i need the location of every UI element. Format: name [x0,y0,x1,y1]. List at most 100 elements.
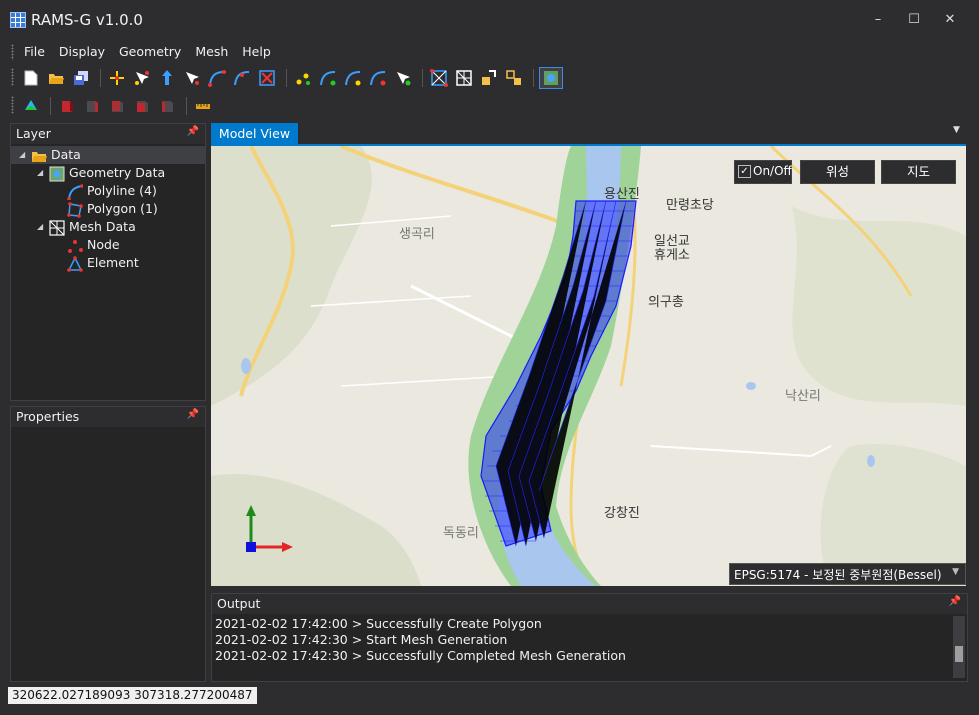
map-button[interactable]: 지도 [881,160,956,184]
tree-item-polygon[interactable]: Polygon (1) [67,200,158,218]
coordinate-readout: 320622.027189093 307318.277200487 [8,687,257,704]
toolbar-separator [50,97,51,115]
collapse-arrow-icon[interactable]: ◢ [37,168,43,177]
tree-label: Polygon (1) [87,201,158,216]
toolbar-separator [186,97,187,115]
onoff-label: On/Off [753,164,792,178]
polyline-join-icon[interactable] [342,68,364,88]
mesh-export-icon[interactable] [478,68,500,88]
map-label: 강창진 [604,506,640,521]
layer-panel-title: Layer [11,124,205,144]
menu-display[interactable]: Display [52,42,112,62]
scrollbar-thumb[interactable] [955,646,963,662]
satellite-button[interactable]: 위성 [800,160,875,184]
tree-item-data[interactable]: Data [31,146,81,164]
move-point-icon[interactable] [156,68,178,88]
edit-polyline-icon[interactable] [231,68,253,88]
crs-select[interactable]: EPSG:5174 - 보정된 중부원점(Bessel) ▼ [729,563,966,585]
toolbar-grip [11,68,14,86]
collapse-arrow-icon[interactable]: ◢ [19,150,25,159]
polyline-move-icon[interactable] [367,68,389,88]
mesh-icon [49,219,65,236]
delete-polyline-icon[interactable] [256,68,278,88]
chevron-down-icon: ▼ [952,567,959,577]
tree-item-polyline[interactable]: Polyline (4) [67,182,157,200]
add-point-icon[interactable] [106,68,128,88]
pin-icon[interactable]: 📌 [187,409,199,420]
polygon-icon [67,201,83,218]
log-line: 2021-02-02 17:42:00 > Successfully Creat… [215,616,542,631]
polyline-split-icon[interactable] [317,68,339,88]
close-button[interactable]: ✕ [932,8,968,32]
menu-file[interactable]: File [17,42,52,62]
maximize-button[interactable]: ☐ [896,8,932,32]
log-line: 2021-02-02 17:42:30 > Successfully Compl… [215,648,626,663]
cube-red-4-icon[interactable] [131,96,153,116]
tree-label: Element [87,255,139,270]
polygon-icon[interactable] [428,68,450,88]
layer-color-icon[interactable] [20,96,42,116]
toolbar-separator [422,69,423,87]
geometry-icon [49,166,65,181]
element-icon [67,255,83,272]
node-icon [68,239,83,253]
menu-geometry[interactable]: Geometry [112,42,188,62]
pin-icon[interactable]: 📌 [949,596,961,607]
cube-red-3-icon[interactable] [106,96,128,116]
onoff-checkbox[interactable]: ✓ [738,165,751,178]
layer-panel: Layer 📌 ◢ Data ◢ Geometry Data Polyline … [10,123,206,401]
pin-icon[interactable]: 📌 [187,126,199,137]
crs-value: EPSG:5174 - 보정된 중부원점(Bessel) [734,568,942,582]
tree-label: Mesh Data [69,219,136,234]
add-polyline-icon[interactable] [206,68,228,88]
mesh-grid-icon[interactable] [453,68,475,88]
map-label: 독동리 [443,526,479,541]
toolbar-separator [286,69,287,87]
mesh-settings-icon[interactable] [503,68,525,88]
tree-label: Geometry Data [69,165,166,180]
tab-dropdown-icon[interactable]: ▼ [953,125,960,135]
title-bar [0,0,979,40]
new-file-icon[interactable] [20,68,42,88]
app-grid-icon [10,12,26,28]
minimize-button[interactable]: – [860,8,896,32]
polyline-select-icon[interactable] [392,68,414,88]
properties-panel-title: Properties [11,407,205,427]
map-label: 용산진 [604,187,640,202]
toolbar-main [20,67,566,89]
map-label: 생곡리 [399,227,435,242]
tab-model-view[interactable]: Model View [211,123,298,145]
polyline-node-icon[interactable] [292,68,314,88]
collapse-arrow-icon[interactable]: ◢ [37,222,43,231]
tree-label: Polyline (4) [87,183,157,198]
tree-item-geometry-data[interactable]: Geometry Data [49,164,165,182]
cube-red-5-icon[interactable] [156,96,178,116]
output-log: 2021-02-02 17:42:00 > Successfully Creat… [215,616,626,664]
map-label: 의구총 [648,295,684,310]
menu-bar: File Display Geometry Mesh Help [17,42,278,62]
output-scrollbar[interactable] [953,616,965,678]
tree-label: Node [87,237,120,252]
map-toggle-icon[interactable] [539,67,563,89]
cube-red-1-icon[interactable] [56,96,78,116]
menu-help[interactable]: Help [235,42,278,62]
menu-grip [11,44,14,60]
ruler-icon[interactable] [192,96,214,116]
toolbar-separator [533,69,534,87]
menu-mesh[interactable]: Mesh [188,42,235,62]
save-icon[interactable] [70,68,92,88]
select-point-icon[interactable] [131,68,153,88]
cube-red-2-icon[interactable] [81,96,103,116]
tree-label: Data [51,147,81,162]
edit-point-icon[interactable] [181,68,203,88]
map-view[interactable]: 용산진 만령초당 일선교 휴게소 의구총 생곡리 낙산리 강창진 독동리 ✓ O… [211,146,966,586]
open-folder-icon[interactable] [45,68,67,88]
tree-item-mesh-data[interactable]: Mesh Data [49,218,136,236]
onoff-toggle[interactable]: ✓ On/Off [734,160,792,184]
map-canvas: 용산진 만령초당 일선교 휴게소 의구총 생곡리 낙산리 강창진 독동리 [211,146,966,586]
map-label: 일선교 [654,234,690,249]
tree-item-node[interactable]: Node [67,236,120,254]
tree-item-element[interactable]: Element [67,254,139,272]
output-panel: Output 📌 2021-02-02 17:42:00 > Successfu… [211,593,968,682]
toolbar-grip [11,96,14,114]
